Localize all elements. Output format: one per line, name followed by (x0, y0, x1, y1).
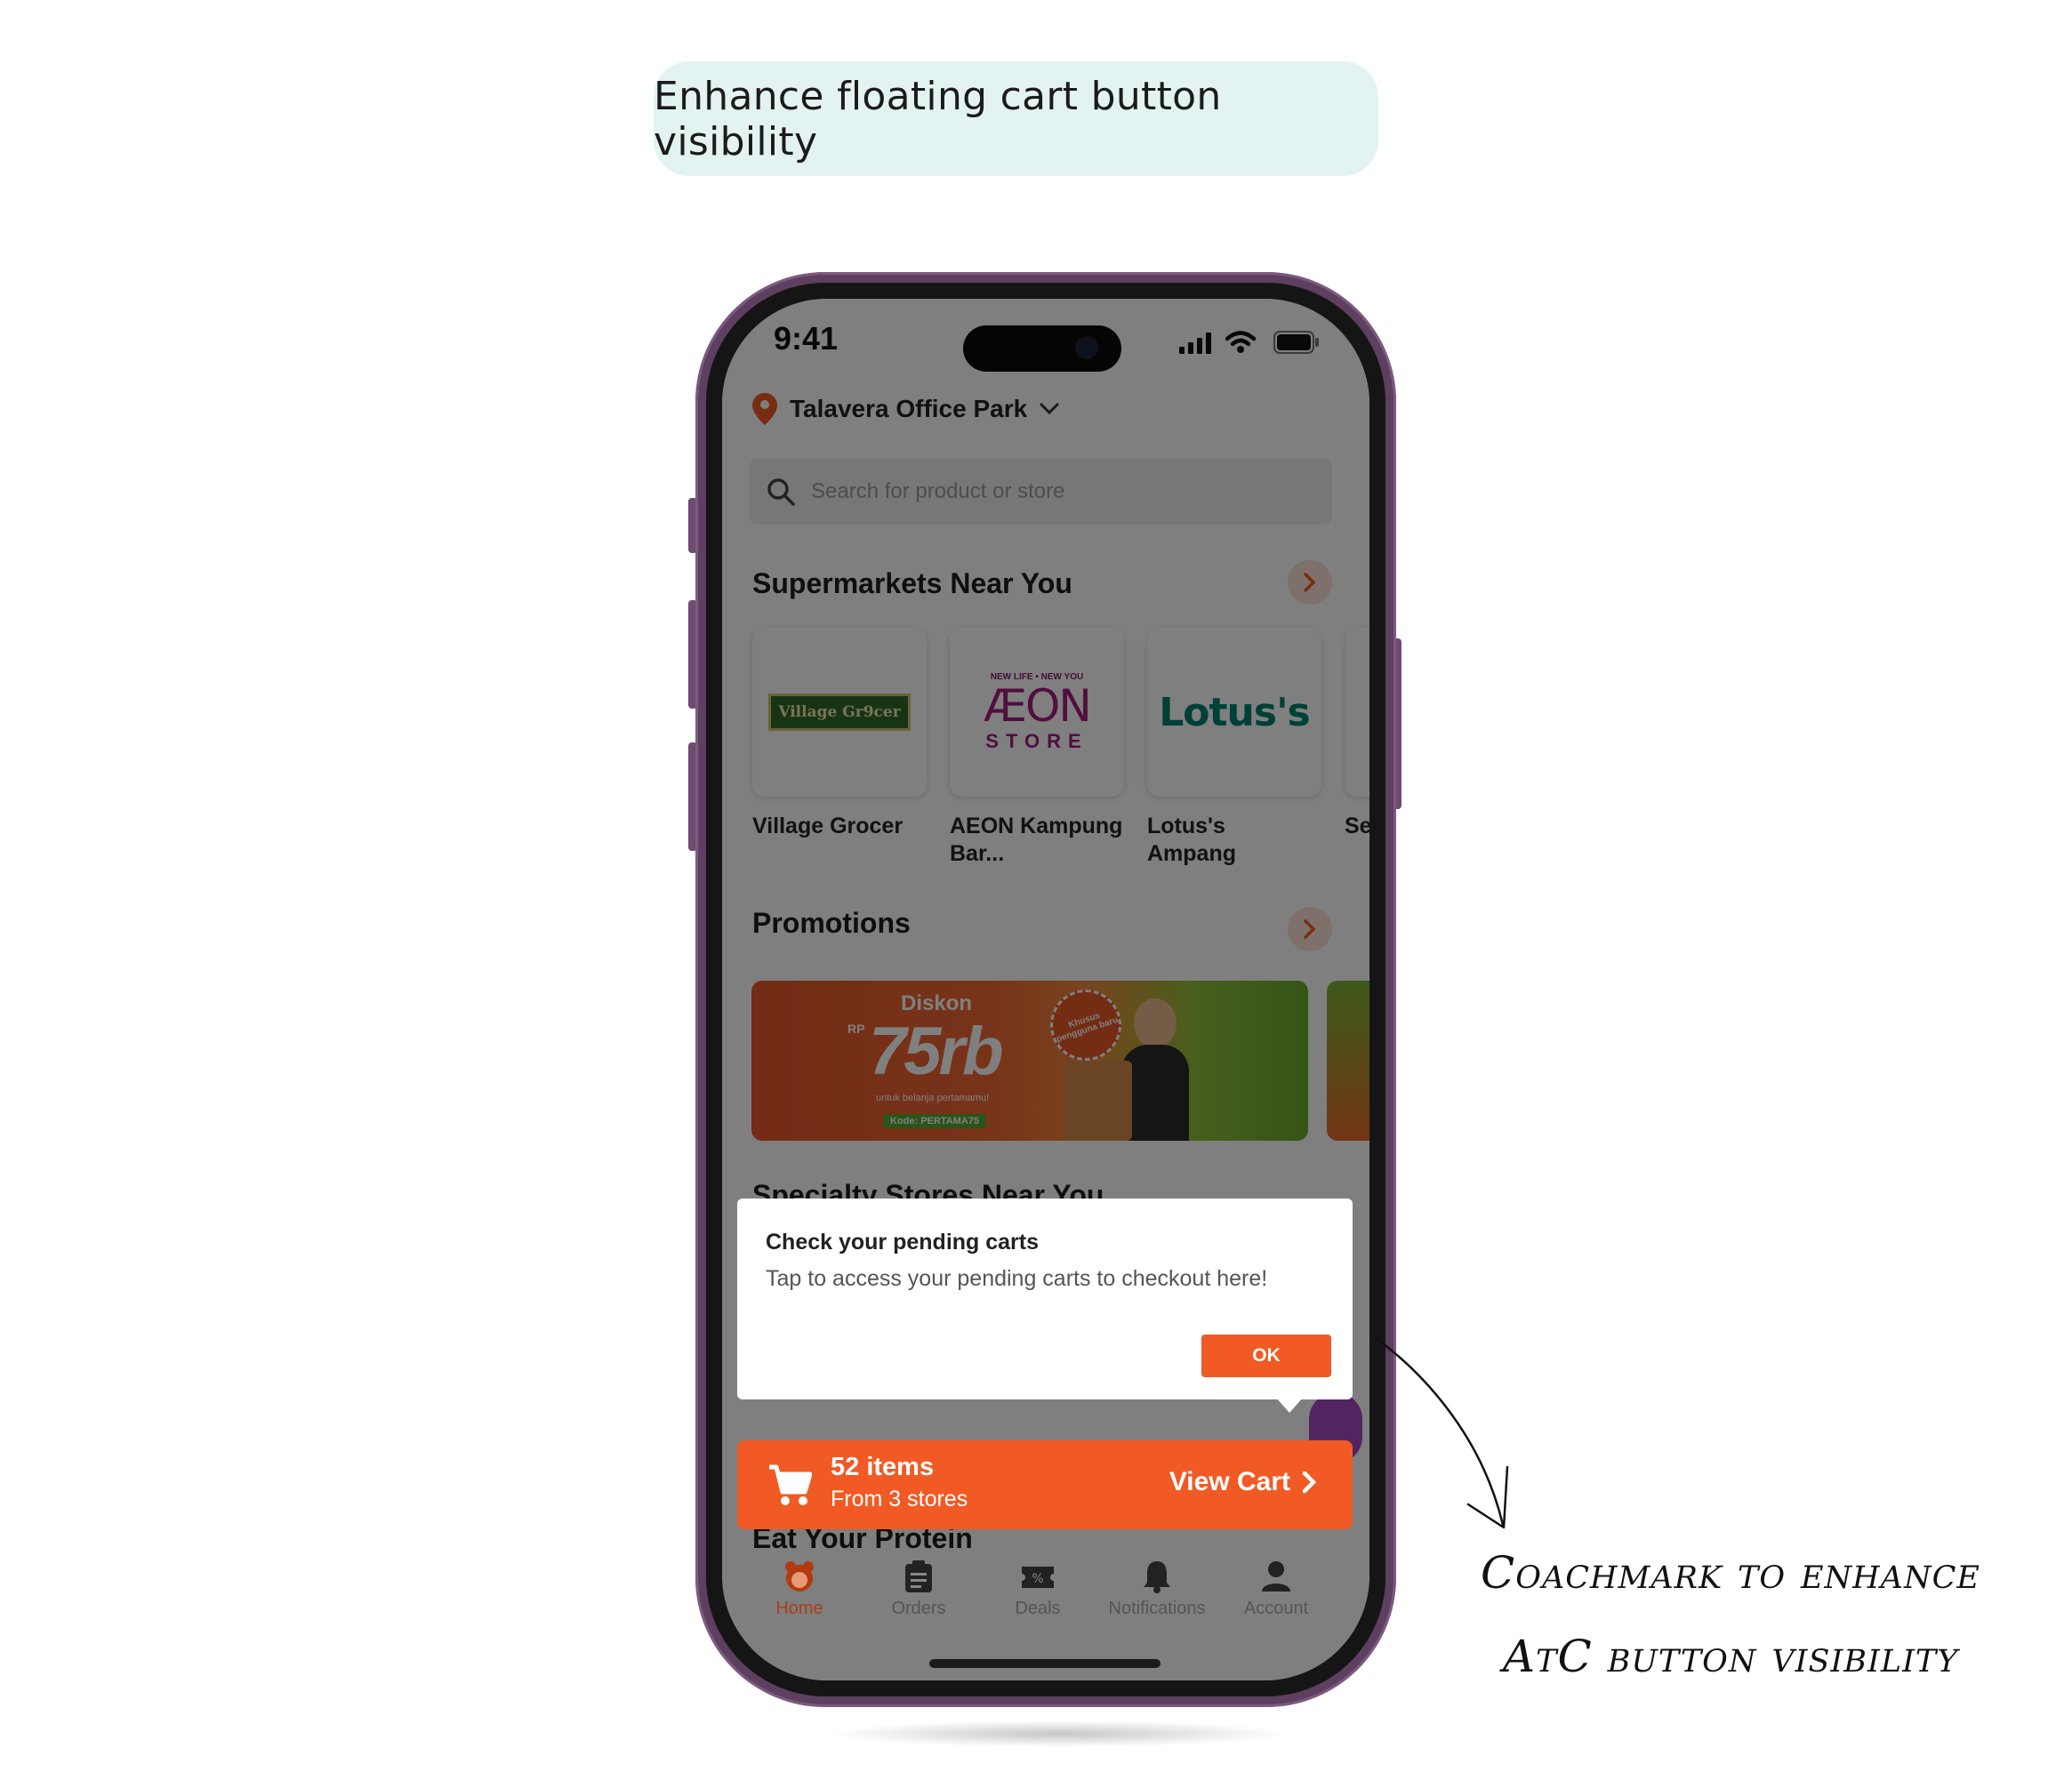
tab-deals[interactable]: % Deals (980, 1560, 1096, 1619)
tab-orders[interactable]: Orders (861, 1560, 976, 1619)
coachmark-ok-button[interactable]: OK (1201, 1335, 1331, 1377)
tab-account-label: Account (1243, 1599, 1309, 1618)
phone-shadow (827, 1720, 1289, 1747)
person-icon (1262, 1561, 1290, 1592)
tab-orders-label: Orders (891, 1599, 946, 1618)
ticket-percent-icon: % (1022, 1567, 1054, 1588)
home-indicator (929, 1659, 1160, 1668)
tab-deals-label: Deals (1015, 1599, 1061, 1618)
tab-home[interactable]: Home (742, 1560, 857, 1619)
coachmark-tooltip: Check your pending carts Tap to access y… (737, 1199, 1353, 1399)
annotation-line-1: Coachmark to enhance (1481, 1547, 1980, 1599)
cart-icon (769, 1464, 812, 1505)
bell-icon (1144, 1561, 1170, 1593)
coachmark-pointer (1276, 1398, 1303, 1413)
cart-store-count: From 3 stores (831, 1487, 968, 1511)
view-cart-label: View Cart (1169, 1467, 1290, 1496)
annotation-line-2: AtC button visibility (1503, 1631, 1959, 1682)
tab-home-label: Home (775, 1599, 823, 1618)
header-label: Enhance floating cart button visibility (654, 61, 1378, 176)
chevron-right-icon (1302, 1471, 1317, 1494)
view-cart-button[interactable]: View Cart (1169, 1467, 1317, 1497)
tab-notifications[interactable]: Notifications (1099, 1560, 1215, 1619)
svg-text:%: % (1032, 1572, 1043, 1586)
coachmark-body: Tap to access your pending carts to chec… (766, 1266, 1268, 1291)
coachmark-title: Check your pending carts (766, 1230, 1040, 1255)
tab-account[interactable]: Account (1218, 1560, 1334, 1619)
annotation-arrow (1374, 1336, 1509, 1529)
clipboard-icon (905, 1560, 932, 1592)
tab-notifications-label: Notifications (1108, 1599, 1206, 1618)
floating-cart-button[interactable]: 52 items From 3 stores View Cart (737, 1440, 1353, 1529)
cart-item-count: 52 items (831, 1453, 935, 1481)
home-mascot-icon (785, 1561, 814, 1592)
